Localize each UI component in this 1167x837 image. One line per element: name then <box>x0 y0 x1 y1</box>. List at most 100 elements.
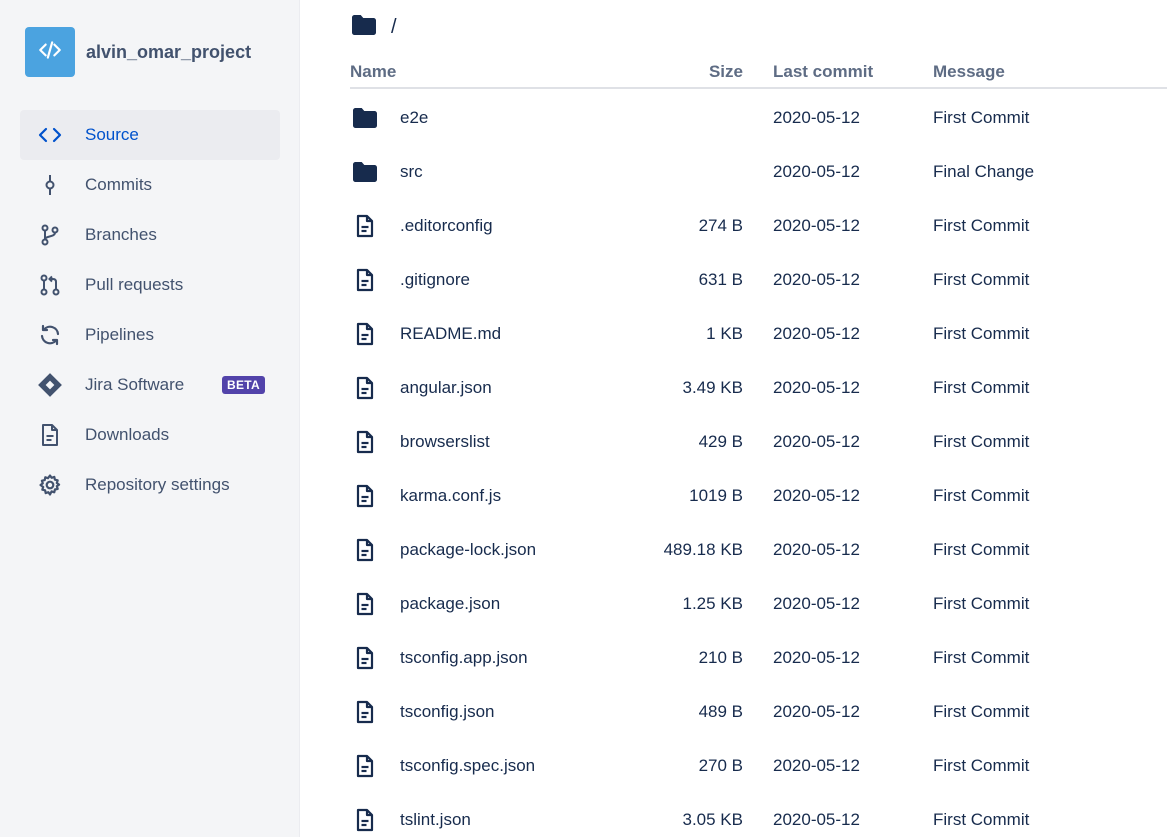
commit-message[interactable]: First Commit <box>933 756 1029 776</box>
commit-message[interactable]: First Commit <box>933 324 1029 344</box>
table-row[interactable]: tslint.json 3.05 KB 2020-05-12 First Commit <box>350 792 1167 837</box>
table-row[interactable]: README.md 1 KB 2020-05-12 First Commit <box>350 306 1167 360</box>
commit-message[interactable]: First Commit <box>933 594 1029 614</box>
sidebar-item-commits[interactable]: Commits <box>20 160 280 210</box>
table-row[interactable]: tsconfig.json 489 B 2020-05-12 First Commit <box>350 684 1167 738</box>
commit-message[interactable]: First Commit <box>933 378 1029 398</box>
table-row[interactable]: e2e 2020-05-12 First Commit <box>350 90 1167 144</box>
commit-message[interactable]: First Commit <box>933 648 1029 668</box>
sidebar-item-pipelines[interactable]: Pipelines <box>20 310 280 360</box>
table-row[interactable]: .editorconfig 274 B 2020-05-12 First Commit <box>350 198 1167 252</box>
table-row[interactable]: angular.json 3.49 KB 2020-05-12 First Commi… <box>350 360 1167 414</box>
file-size: 3.49 KB <box>682 378 744 397</box>
file-icon <box>352 645 378 671</box>
table-row[interactable]: .gitignore 631 B 2020-05-12 First Commit <box>350 252 1167 306</box>
file-size: 489 B <box>698 702 743 721</box>
table-row[interactable]: src 2020-05-12 Final Change <box>350 144 1167 198</box>
last-commit-date: 2020-05-12 <box>773 324 860 343</box>
sidebar-item-source[interactable]: Source <box>20 110 280 160</box>
code-icon <box>37 37 63 68</box>
last-commit-date: 2020-05-12 <box>773 594 860 613</box>
file-icon <box>352 375 378 401</box>
sidebar-item-label: Branches <box>85 225 157 244</box>
file-icon <box>352 267 378 293</box>
file-size: 274 B <box>698 216 743 235</box>
table-row[interactable]: tsconfig.spec.json 270 B 2020-05-12 First C… <box>350 738 1167 792</box>
table-header: Name Size Last commit Message <box>350 58 1167 89</box>
file-size: 429 B <box>698 432 743 451</box>
sidebar-nav: Source Commits Branches Pull requests Pi… <box>20 110 280 510</box>
file-icon <box>352 753 378 779</box>
breadcrumb: / <box>351 14 397 41</box>
file-name-link[interactable]: package-lock.json <box>400 540 536 560</box>
file-icon <box>352 591 378 617</box>
repo-header[interactable]: alvin_omar_project <box>25 27 251 77</box>
repo-avatar[interactable] <box>25 27 75 77</box>
sidebar-item-branches[interactable]: Branches <box>20 210 280 260</box>
commit-message[interactable]: First Commit <box>933 702 1029 722</box>
file-name-link[interactable]: tsconfig.app.json <box>400 648 528 668</box>
file-size: 489.18 KB <box>663 540 743 559</box>
table-row[interactable]: package-lock.json 489.18 KB 2020-05-12 Firs… <box>350 522 1167 576</box>
file-name-link[interactable]: .editorconfig <box>400 216 493 236</box>
commit-message[interactable]: First Commit <box>933 432 1029 452</box>
last-commit-date: 2020-05-12 <box>773 108 860 127</box>
folder-icon <box>351 14 377 41</box>
sidebar-item-downloads[interactable]: Downloads <box>20 410 280 460</box>
commit-message[interactable]: First Commit <box>933 540 1029 560</box>
file-name-link[interactable]: angular.json <box>400 378 492 398</box>
sidebar-item-repository-settings[interactable]: Repository settings <box>20 460 280 510</box>
file-name-link[interactable]: e2e <box>400 108 428 128</box>
sidebar-item-pull-requests[interactable]: Pull requests <box>20 260 280 310</box>
table-row[interactable]: browserslist 429 B 2020-05-12 First Commit <box>350 414 1167 468</box>
last-commit-date: 2020-05-12 <box>773 432 860 451</box>
table-row[interactable]: tsconfig.app.json 210 B 2020-05-12 First Co… <box>350 630 1167 684</box>
commit-message[interactable]: Final Change <box>933 162 1034 182</box>
last-commit-date: 2020-05-12 <box>773 648 860 667</box>
code-icon <box>37 122 63 148</box>
folder-icon <box>352 105 378 131</box>
commit-message[interactable]: First Commit <box>933 810 1029 830</box>
table-row[interactable]: package.json 1.25 KB 2020-05-12 First Commi… <box>350 576 1167 630</box>
last-commit-date: 2020-05-12 <box>773 162 860 181</box>
file-name-link[interactable]: karma.conf.js <box>400 486 501 506</box>
commit-message[interactable]: First Commit <box>933 108 1029 128</box>
gear-icon <box>37 472 63 498</box>
sidebar-item-jira-software[interactable]: Jira Software BETA <box>20 360 280 410</box>
file-name-link[interactable]: browserslist <box>400 432 490 452</box>
file-icon <box>352 483 378 509</box>
file-size: 3.05 KB <box>682 810 744 829</box>
branch-icon <box>37 222 63 248</box>
last-commit-date: 2020-05-12 <box>773 702 860 721</box>
file-name-link[interactable]: tsconfig.json <box>400 702 495 722</box>
file-icon <box>352 429 378 455</box>
column-header-message: Message <box>933 62 1005 81</box>
file-name-link[interactable]: package.json <box>400 594 500 614</box>
beta-badge: BETA <box>222 376 265 394</box>
sidebar: alvin_omar_project Source Commits Branch… <box>0 0 300 837</box>
document-icon <box>37 422 63 448</box>
sidebar-item-label: Jira Software <box>85 375 185 394</box>
commit-message[interactable]: First Commit <box>933 270 1029 290</box>
last-commit-date: 2020-05-12 <box>773 756 860 775</box>
sidebar-item-label: Source <box>85 125 139 144</box>
last-commit-date: 2020-05-12 <box>773 216 860 235</box>
sidebar-item-label: Pipelines <box>85 325 154 344</box>
file-size: 631 B <box>698 270 743 289</box>
repo-name[interactable]: alvin_omar_project <box>86 42 251 63</box>
commit-message[interactable]: First Commit <box>933 216 1029 236</box>
last-commit-date: 2020-05-12 <box>773 810 860 829</box>
file-size: 1.25 KB <box>682 594 744 613</box>
last-commit-date: 2020-05-12 <box>773 486 860 505</box>
file-name-link[interactable]: tslint.json <box>400 810 471 830</box>
file-name-link[interactable]: README.md <box>400 324 501 344</box>
commit-message[interactable]: First Commit <box>933 486 1029 506</box>
file-name-link[interactable]: src <box>400 162 423 182</box>
table-row[interactable]: karma.conf.js 1019 B 2020-05-12 First Commi… <box>350 468 1167 522</box>
file-name-link[interactable]: tsconfig.spec.json <box>400 756 535 776</box>
path-label[interactable]: / <box>391 16 397 39</box>
column-header-size: Size <box>708 62 743 81</box>
refresh-icon <box>37 322 63 348</box>
commit-icon <box>37 172 63 198</box>
file-name-link[interactable]: .gitignore <box>400 270 470 290</box>
